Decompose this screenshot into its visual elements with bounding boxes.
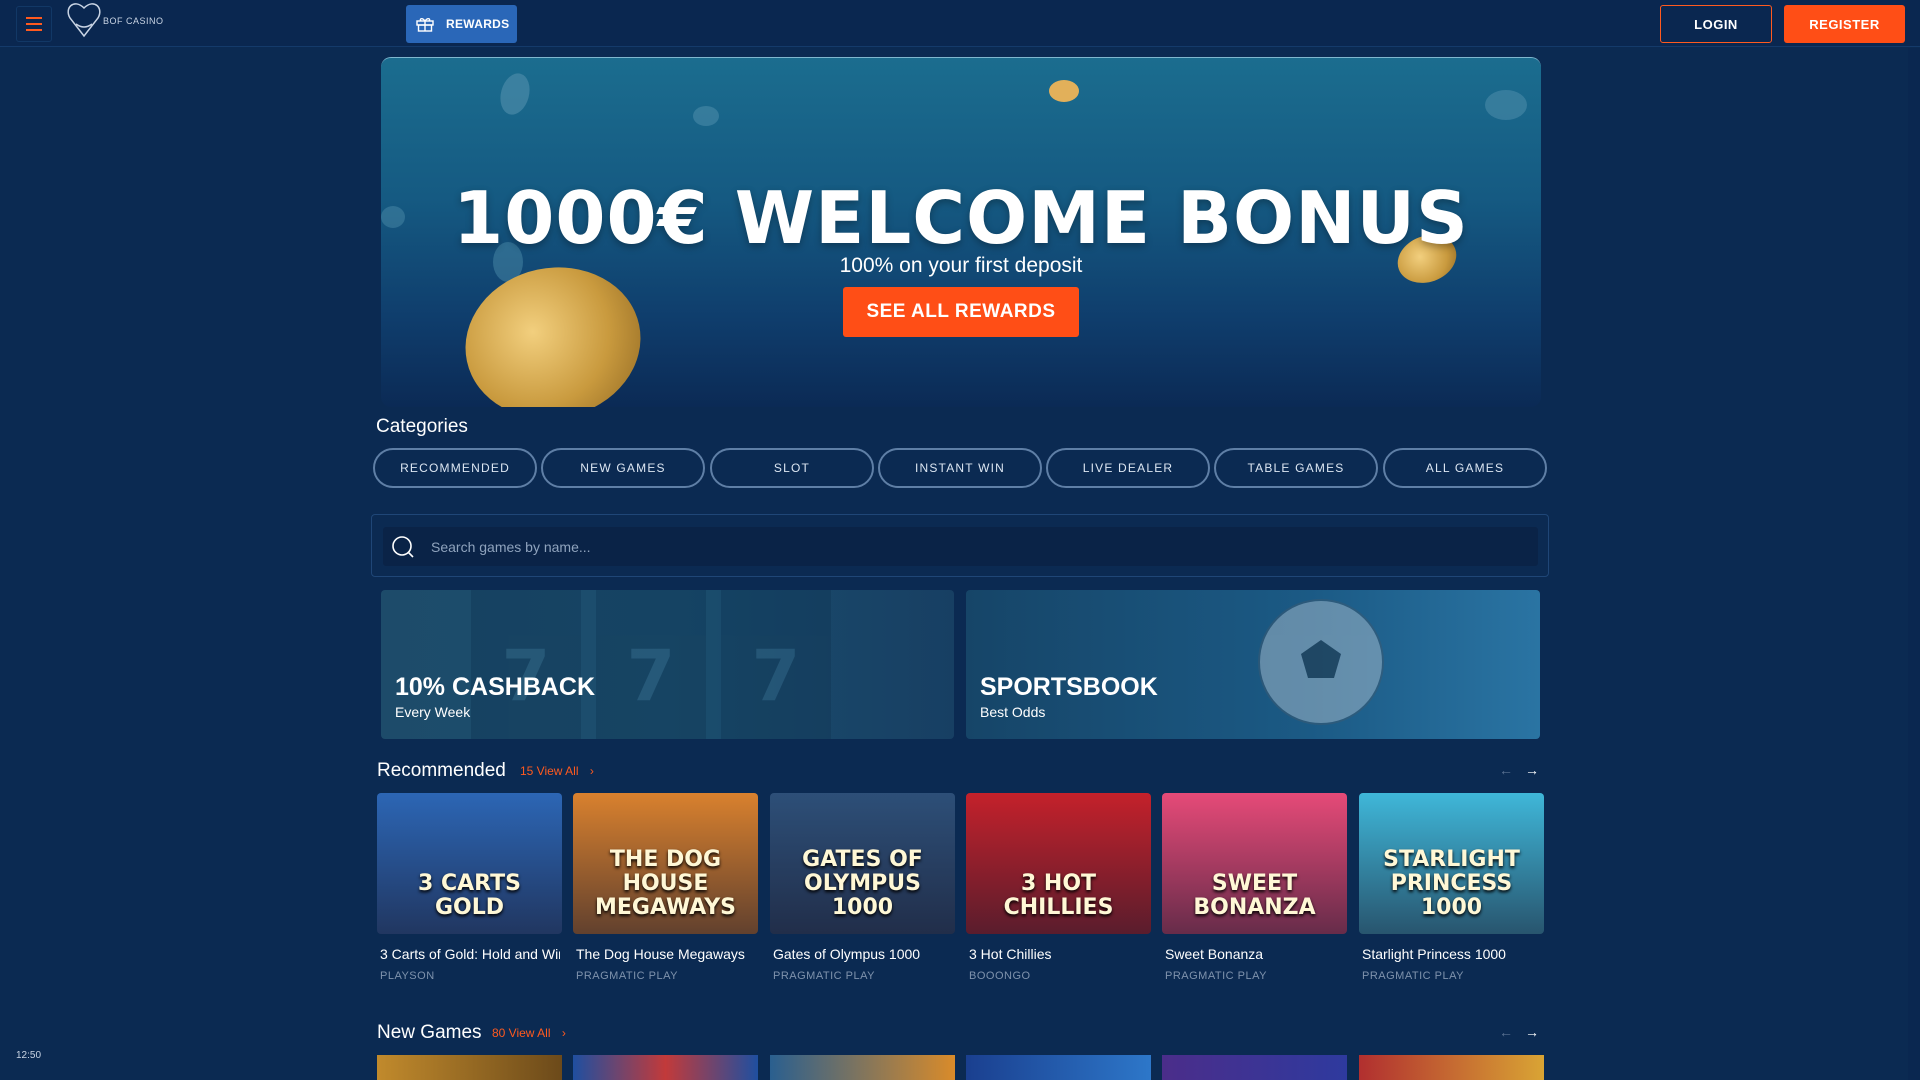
coin-decoration: [1485, 90, 1527, 120]
category-pills: RECOMMENDED NEW GAMES SLOT INSTANT WIN L…: [373, 448, 1547, 488]
game-card[interactable]: 3 HOT CHILLIES 3 Hot Chillies BOOONGO: [966, 793, 1151, 982]
svg-text:7: 7: [627, 635, 676, 717]
new-game-thumbnail[interactable]: [1359, 1055, 1544, 1080]
game-thumbnail[interactable]: GATES OF OLYMPUS 1000: [770, 793, 955, 934]
game-provider: PRAGMATIC PLAY: [576, 970, 678, 982]
game-art-title: 3 HOT CHILLIES: [1003, 871, 1114, 920]
coin-decoration: [496, 70, 534, 118]
promo-title: 10% CASHBACK: [395, 673, 596, 701]
category-all-games[interactable]: ALL GAMES: [1383, 448, 1547, 488]
new-game-thumbnail[interactable]: [966, 1055, 1151, 1080]
new-game-thumbnail[interactable]: [377, 1055, 562, 1080]
search-bar[interactable]: [383, 527, 1538, 566]
category-instant-win[interactable]: INSTANT WIN: [878, 448, 1042, 488]
login-button[interactable]: LOGIN: [1660, 5, 1772, 43]
recommended-prev-arrow[interactable]: ←: [1499, 762, 1513, 778]
game-card[interactable]: THE DOG HOUSE MEGAWAYS The Dog House Mega…: [573, 793, 758, 982]
search-input[interactable]: [431, 538, 1431, 555]
recommended-heading: Recommended: [377, 760, 506, 781]
category-slot[interactable]: SLOT: [710, 448, 874, 488]
game-thumbnail[interactable]: 3 HOT CHILLIES: [966, 793, 1151, 934]
welcome-bonus-banner[interactable]: 1000€ WELCOME BONUS 100% on your first d…: [381, 57, 1541, 407]
categories-heading: Categories: [376, 416, 468, 437]
cashback-promo-card[interactable]: 7 7 7 10% CASHBACK Every Week: [381, 590, 954, 739]
game-card[interactable]: STARLIGHT PRINCESS 1000 Starlight Princes…: [1359, 793, 1544, 982]
promo-title: SPORTSBOOK: [980, 673, 1158, 701]
coin-decoration: [693, 106, 719, 126]
game-art-title: STARLIGHT PRINCESS 1000: [1383, 847, 1520, 920]
game-provider: BOOONGO: [969, 970, 1031, 982]
chevron-right-icon: ›: [589, 764, 594, 778]
game-provider: PRAGMATIC PLAY: [1165, 970, 1267, 982]
promo-subtitle: Best Odds: [980, 704, 1046, 720]
recommended-view-all-link[interactable]: 15 View All ›: [520, 764, 594, 778]
search-icon: [392, 535, 414, 558]
view-all-label: 15 View All: [520, 764, 579, 778]
logo-icon: [67, 3, 101, 38]
hamburger-menu-button[interactable]: [16, 6, 52, 42]
game-art-title: GATES OF OLYMPUS 1000: [802, 847, 923, 920]
category-new-games[interactable]: NEW GAMES: [541, 448, 705, 488]
category-recommended[interactable]: RECOMMENDED: [373, 448, 537, 488]
game-thumbnail[interactable]: THE DOG HOUSE MEGAWAYS: [573, 793, 758, 934]
rewards-button[interactable]: REWARDS: [406, 5, 517, 43]
game-provider: PLAYSON: [380, 970, 435, 982]
category-table-games[interactable]: TABLE GAMES: [1214, 448, 1378, 488]
recommended-next-arrow[interactable]: →: [1525, 762, 1539, 778]
sportsbook-promo-card[interactable]: SPORTSBOOK Best Odds: [966, 590, 1540, 739]
coin-decoration: [1049, 80, 1079, 102]
register-button[interactable]: REGISTER: [1784, 5, 1905, 43]
hero-title: 1000€ WELCOME BONUS: [453, 176, 1469, 260]
game-card[interactable]: GATES OF OLYMPUS 1000 Gates of Olympus 10…: [770, 793, 955, 982]
svg-text:7: 7: [752, 635, 801, 717]
game-thumbnail[interactable]: STARLIGHT PRINCESS 1000: [1359, 793, 1544, 934]
rewards-label: REWARDS: [446, 17, 510, 31]
new-games-heading: New Games: [377, 1022, 482, 1043]
game-provider: PRAGMATIC PLAY: [1362, 970, 1464, 982]
hero-subtitle: 100% on your first deposit: [839, 254, 1083, 277]
game-name: Sweet Bonanza: [1165, 946, 1264, 962]
game-name: Starlight Princess 1000: [1362, 946, 1506, 962]
game-name: 3 Hot Chillies: [969, 946, 1052, 962]
chevron-right-icon: ›: [561, 1026, 566, 1040]
game-thumbnail[interactable]: 3 CARTS GOLD: [377, 793, 562, 934]
game-art-title: SWEET BONANZA: [1193, 871, 1316, 920]
scrollbar[interactable]: [1908, 48, 1920, 1080]
new-game-thumbnail[interactable]: [573, 1055, 758, 1080]
new-game-thumbnail[interactable]: [770, 1055, 955, 1080]
game-name: 3 Carts of Gold: Hold and Win: [380, 946, 560, 962]
new-games-next-arrow[interactable]: →: [1525, 1024, 1539, 1040]
clock-readout: 12:50: [16, 1050, 42, 1061]
game-card[interactable]: SWEET BONANZA Sweet Bonanza PRAGMATIC PLAY: [1162, 793, 1347, 982]
game-name: Gates of Olympus 1000: [773, 946, 921, 962]
game-name: The Dog House Megaways: [576, 946, 745, 962]
menu-icon: [26, 17, 42, 31]
search-container: [371, 514, 1549, 577]
see-all-rewards-button[interactable]: SEE ALL REWARDS: [843, 287, 1079, 337]
game-art-title: THE DOG HOUSE MEGAWAYS: [595, 847, 736, 920]
view-all-label: 80 View All: [492, 1026, 551, 1040]
new-games-view-all-link[interactable]: 80 View All ›: [492, 1026, 566, 1040]
new-games-prev-arrow[interactable]: ←: [1499, 1024, 1513, 1040]
top-header: BOF CASINO REWARDS LOGIN REGISTER: [0, 0, 1920, 47]
game-provider: PRAGMATIC PLAY: [773, 970, 875, 982]
game-art-title: 3 CARTS GOLD: [418, 871, 521, 920]
game-thumbnail[interactable]: SWEET BONANZA: [1162, 793, 1347, 934]
soccer-ball-decoration: [1258, 599, 1384, 725]
gift-icon: [416, 18, 434, 32]
brand-name: BOF CASINO: [103, 16, 164, 26]
new-game-thumbnail[interactable]: [1162, 1055, 1347, 1080]
promo-subtitle: Every Week: [395, 704, 471, 720]
game-card[interactable]: 3 CARTS GOLD 3 Carts of Gold: Hold and Wi…: [377, 793, 562, 982]
category-live-dealer[interactable]: LIVE DEALER: [1046, 448, 1210, 488]
